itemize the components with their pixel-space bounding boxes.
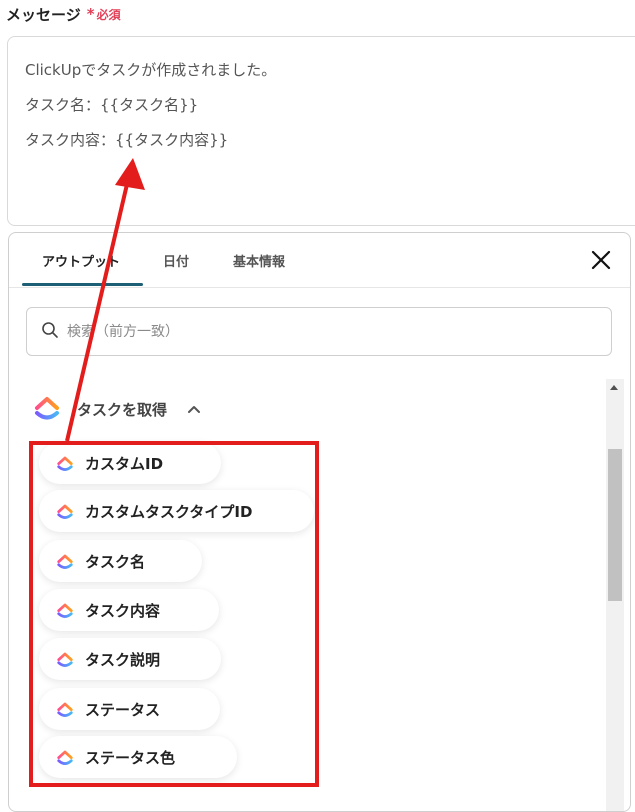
clickup-item-icon	[57, 603, 73, 618]
required-badge: * 必須	[87, 6, 121, 23]
group-title: タスクを取得	[77, 400, 168, 419]
scroll-up-arrow-icon[interactable]	[610, 385, 618, 390]
message-field-label: メッセージ * 必須	[6, 4, 121, 25]
output-item-label: タスク名	[85, 552, 146, 571]
clickup-item-icon	[57, 456, 73, 471]
clickup-logo-icon	[31, 391, 63, 427]
output-item[interactable]: ステータス色	[39, 736, 237, 778]
output-item-label: タスク説明	[85, 650, 161, 669]
output-item[interactable]: カスタムタスクタイプID	[39, 490, 314, 532]
search-input[interactable]	[65, 322, 569, 341]
output-item[interactable]: タスク内容	[39, 589, 219, 631]
group-header-get-task[interactable]: タスクを取得	[31, 391, 201, 427]
search-box[interactable]	[26, 307, 612, 356]
tab-basic-info[interactable]: 基本情報	[233, 251, 285, 270]
clickup-item-icon	[57, 554, 73, 569]
required-asterisk: *	[86, 5, 95, 23]
message-line-1: ClickUpでタスクが作成されました。	[25, 61, 277, 79]
close-icon[interactable]	[590, 249, 612, 271]
message-line-2: タスク名：{{タスク名}}	[25, 96, 199, 114]
tab-bar: アウトプット 日付 基本情報	[9, 233, 630, 288]
clickup-item-icon	[57, 652, 73, 667]
output-item[interactable]: タスク名	[39, 540, 202, 582]
clickup-item-icon	[57, 750, 73, 765]
active-tab-indicator	[22, 283, 143, 286]
clickup-item-icon	[57, 504, 73, 519]
tab-output[interactable]: アウトプット	[42, 251, 120, 270]
message-label-text: メッセージ	[6, 6, 81, 24]
search-icon	[41, 321, 59, 343]
tab-date[interactable]: 日付	[163, 251, 189, 270]
output-item[interactable]: タスク説明	[39, 638, 221, 680]
clickup-item-icon	[57, 702, 73, 717]
output-picker-panel: アウトプット 日付 基本情報 検索（前方一致） タスクを取得 カスタムID カス…	[8, 232, 631, 812]
output-item-label: ステータス色	[85, 748, 176, 767]
chevron-up-icon[interactable]	[187, 400, 201, 418]
output-item-label: ステータス	[85, 700, 161, 719]
scrollbar[interactable]	[606, 379, 624, 811]
message-line-3: タスク内容：{{タスク内容}}	[25, 131, 229, 149]
output-item-label: カスタムID	[85, 454, 164, 473]
output-item-label: カスタムタスクタイプID	[85, 502, 253, 521]
output-item[interactable]: ステータス	[39, 688, 220, 730]
output-item[interactable]: カスタムID	[39, 442, 221, 484]
message-textarea[interactable]: ClickUpでタスクが作成されました。 タスク名：{{タスク名}} タスク内容…	[7, 36, 635, 226]
required-text: 必須	[96, 8, 121, 22]
scrollbar-thumb[interactable]	[608, 449, 622, 601]
output-item-label: タスク内容	[85, 601, 161, 620]
